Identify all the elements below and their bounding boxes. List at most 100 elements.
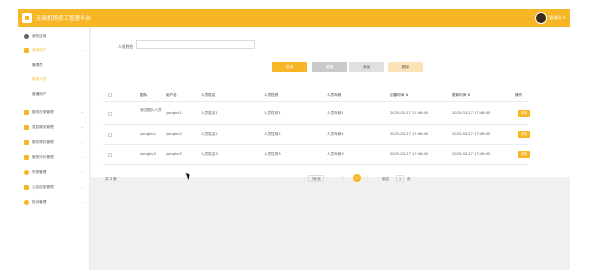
chevron-down-icon: ⌄ bbox=[81, 140, 84, 144]
page-size-select[interactable]: 7条/页 bbox=[308, 175, 324, 182]
sidebar-item-label: 我的应用 bbox=[32, 34, 47, 38]
column-header-staff-name: 人员姓名 bbox=[201, 93, 216, 97]
delete-button[interactable]: 删除 bbox=[388, 62, 423, 72]
grid-icon bbox=[24, 140, 29, 145]
sidebar-item-label: 投诉管理 bbox=[32, 200, 47, 204]
row-gender: 人员性别3 bbox=[264, 152, 281, 156]
sidebar-item-service-review[interactable]: 服务评价管理 ⌄ bbox=[18, 151, 90, 165]
row-created: 2025-03-27 17:46:45 bbox=[390, 152, 429, 156]
column-header-created[interactable]: 创建时间 ⇅ bbox=[390, 93, 409, 98]
row-icon-cell: yonghu3 bbox=[140, 152, 156, 156]
row-created: 2025-03-27 17:46:45 bbox=[390, 132, 429, 136]
home-icon bbox=[24, 34, 29, 39]
sidebar-item-label: 发起服务管理 bbox=[32, 125, 54, 129]
sidebar-item-daily-service[interactable]: 服务日常管理 ⌄ bbox=[18, 106, 90, 120]
chevron-down-icon: ⌄ bbox=[81, 185, 84, 189]
grid-icon bbox=[24, 155, 29, 160]
app-logo-icon bbox=[22, 13, 32, 23]
top-bar: 无锡机场员工管理平台 管理员 ▾ bbox=[18, 9, 570, 27]
app-window: 无锡机场员工管理平台 管理员 ▾ 我的应用 系统用户 ⌄ 管理员 服务人员 普通… bbox=[18, 9, 570, 270]
sidebar-item-complaints[interactable]: 投诉管理 ⌄ bbox=[18, 196, 90, 210]
row-created: 2025-03-27 17:46:45 bbox=[390, 111, 429, 115]
next-page-button[interactable]: › bbox=[367, 175, 368, 179]
row-age: 人员年龄3 bbox=[327, 152, 344, 156]
column-header-age[interactable]: 人员年龄 bbox=[327, 93, 341, 98]
sidebar-item-lost-items[interactable]: 失物管理 ⌄ bbox=[18, 166, 90, 180]
reset-button[interactable]: 重置 bbox=[312, 62, 347, 72]
sidebar-item-announcements[interactable]: 公告信息管理 ⌄ bbox=[18, 181, 90, 195]
chevron-down-icon: ⌄ bbox=[81, 200, 84, 204]
sidebar-item-label: 公告信息管理 bbox=[32, 185, 54, 189]
user-avatar[interactable] bbox=[535, 12, 547, 24]
sidebar-item-system-users[interactable]: 系统用户 ⌄ bbox=[18, 44, 90, 58]
goto-label: 前往 bbox=[382, 177, 390, 181]
prev-page-button[interactable]: ‹ bbox=[343, 175, 344, 179]
header-divider bbox=[103, 101, 528, 102]
row-username: yonghu2 bbox=[166, 132, 182, 136]
filter-label: 人员姓名 bbox=[118, 44, 134, 49]
sidebar-item-label: 失物管理 bbox=[32, 170, 47, 174]
row-icon-cell: 测试图片人员 bbox=[140, 108, 162, 112]
column-header-icon: 图标 bbox=[140, 93, 148, 97]
row-divider bbox=[103, 144, 528, 145]
row-staff-name: 人员姓名1 bbox=[201, 111, 218, 115]
row-updated: 2025-03-27 17:46:45 bbox=[452, 132, 491, 136]
row-age: 人员年龄2 bbox=[327, 132, 344, 136]
sidebar: 我的应用 系统用户 ⌄ 管理员 服务人员 普通用户 服务日常管理 ⌄ 发起服务管… bbox=[18, 27, 90, 270]
goto-page-input[interactable]: 1 bbox=[396, 175, 404, 182]
row-age: 人员年龄1 bbox=[327, 111, 344, 115]
row-gender: 人员性别1 bbox=[264, 111, 281, 115]
row-updated: 2025-03-27 17:46:45 bbox=[452, 152, 491, 156]
row-checkbox[interactable] bbox=[108, 153, 112, 157]
column-header-username: 用户名 bbox=[166, 93, 177, 97]
chevron-down-icon: ⌄ bbox=[81, 110, 84, 114]
sidebar-subitem-admin[interactable]: 管理员 bbox=[32, 63, 43, 68]
add-button[interactable]: 添加 bbox=[349, 62, 384, 72]
lost-item-icon bbox=[24, 170, 29, 175]
detail-button[interactable]: 详情 bbox=[518, 151, 530, 158]
sidebar-item-label: 服务预约管理 bbox=[32, 140, 54, 144]
row-username: yonghu1 bbox=[166, 111, 182, 115]
sidebar-item-label: 服务评价管理 bbox=[32, 155, 54, 159]
column-header-gender: 人员性别 bbox=[264, 93, 279, 97]
user-menu[interactable]: 管理员 ▾ bbox=[549, 15, 565, 21]
total-count: 共 3 条 bbox=[105, 177, 117, 181]
row-updated: 2025-03-27 17:46:45 bbox=[452, 111, 491, 115]
column-header-actions: 操作 bbox=[515, 93, 523, 97]
chevron-up-icon: ⌄ bbox=[81, 48, 84, 52]
app-title: 无锡机场员工管理平台 bbox=[36, 16, 91, 22]
sidebar-item-service-booking[interactable]: 服务预约管理 ⌄ bbox=[18, 136, 90, 150]
search-button[interactable]: 查询 bbox=[272, 62, 307, 72]
select-all-checkbox[interactable] bbox=[108, 93, 112, 97]
chevron-down-icon: ⌄ bbox=[81, 155, 84, 159]
column-header-updated[interactable]: 更新时间 ⇅ bbox=[452, 93, 471, 98]
row-staff-name: 人员姓名3 bbox=[201, 152, 218, 156]
grid-icon bbox=[24, 125, 29, 130]
row-username: yonghu3 bbox=[166, 152, 182, 156]
user-icon bbox=[24, 48, 29, 53]
sidebar-item-label: 系统用户 bbox=[32, 48, 47, 52]
row-divider bbox=[103, 124, 528, 125]
announcement-icon bbox=[24, 185, 29, 190]
row-staff-name: 人员姓名2 bbox=[201, 132, 218, 136]
row-checkbox[interactable] bbox=[108, 112, 112, 116]
main-content: 人员姓名 查询 重置 添加 删除 图标 用户名 人员姓名 人员性别 人员年龄 创… bbox=[91, 27, 570, 182]
complaint-icon bbox=[24, 200, 29, 205]
detail-button[interactable]: 详情 bbox=[518, 110, 530, 117]
page-suffix: 页 bbox=[407, 177, 411, 181]
page-number-current[interactable]: 1 bbox=[353, 174, 361, 182]
sidebar-subitem-staff[interactable]: 服务人员 bbox=[32, 77, 46, 82]
row-gender: 人员性别2 bbox=[264, 132, 281, 136]
staff-name-input[interactable] bbox=[136, 40, 255, 49]
row-icon-cell: yonghu2 bbox=[140, 132, 156, 136]
sidebar-item-label: 服务日常管理 bbox=[32, 110, 54, 114]
detail-button[interactable]: 详情 bbox=[518, 131, 530, 138]
grid-icon bbox=[24, 110, 29, 115]
row-checkbox[interactable] bbox=[108, 133, 112, 137]
row-divider bbox=[103, 164, 528, 165]
sidebar-subitem-normal-users[interactable]: 普通用户 bbox=[32, 92, 46, 97]
sidebar-item-initiate-service[interactable]: 发起服务管理 ⌄ bbox=[18, 121, 90, 135]
chevron-down-icon: ⌄ bbox=[81, 170, 84, 174]
sidebar-item-my-apps[interactable]: 我的应用 bbox=[18, 30, 90, 44]
chevron-down-icon: ⌄ bbox=[81, 125, 84, 129]
